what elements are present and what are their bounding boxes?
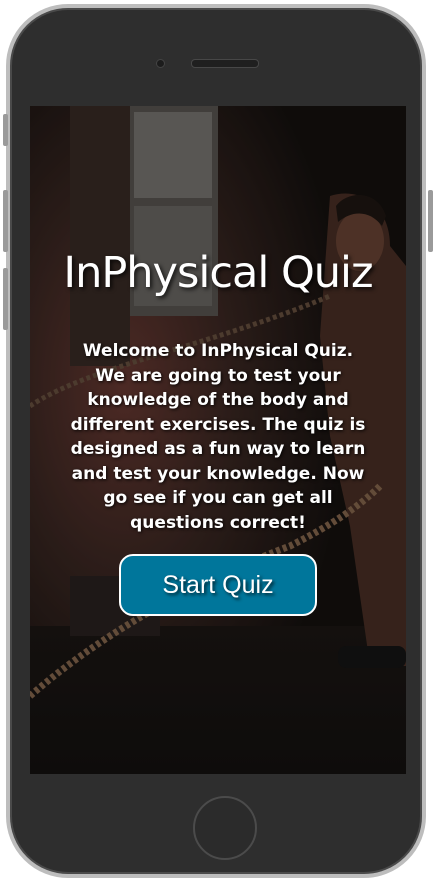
home-button[interactable] bbox=[193, 796, 257, 860]
page-title: InPhysical Quiz bbox=[63, 248, 373, 298]
front-camera bbox=[156, 59, 165, 68]
intro-text: Welcome to InPhysical Quiz. We are going… bbox=[70, 341, 366, 533]
side-button-power bbox=[428, 190, 433, 252]
start-quiz-button[interactable]: Start Quiz bbox=[119, 554, 317, 616]
side-button-volume-down bbox=[3, 268, 8, 330]
earpiece-speaker bbox=[191, 59, 259, 68]
side-button-volume-up bbox=[3, 190, 8, 252]
landing-content: InPhysical Quiz Welcome to InPhysical Qu… bbox=[30, 106, 406, 774]
app-screen: InPhysical Quiz Welcome to InPhysical Qu… bbox=[30, 106, 406, 774]
side-button-mute bbox=[3, 114, 8, 146]
